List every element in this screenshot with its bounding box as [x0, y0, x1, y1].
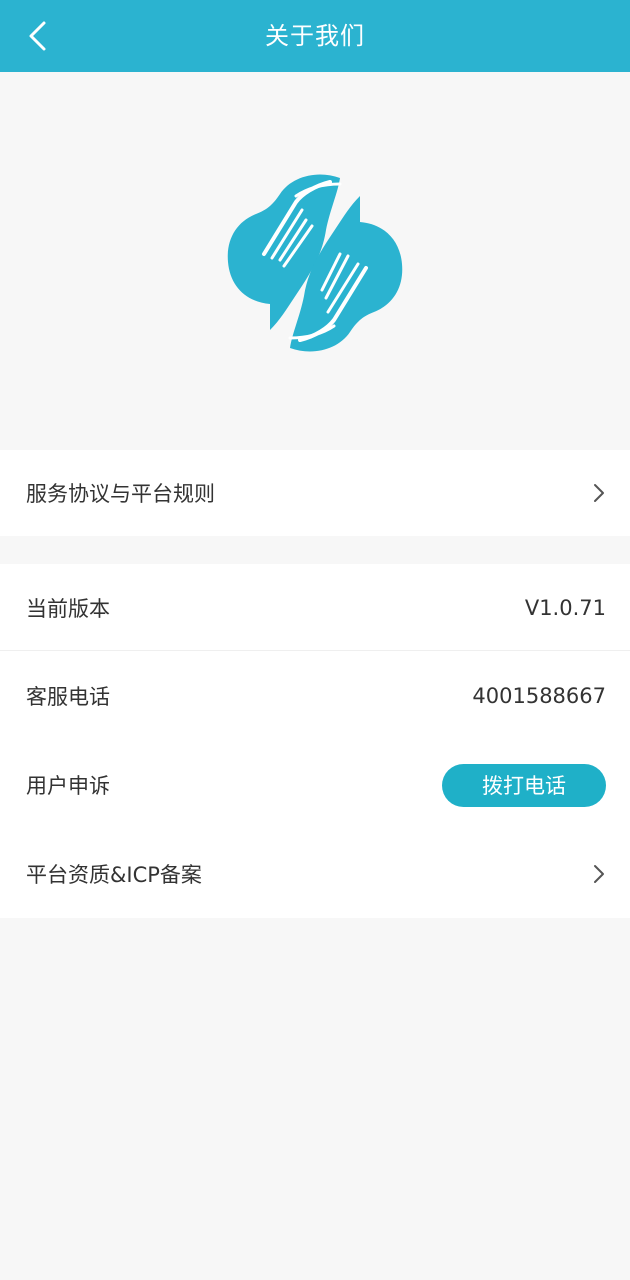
service-agreement-label: 服务协议与平台规则: [26, 482, 215, 506]
page-title: 关于我们: [265, 22, 365, 50]
hotline-number[interactable]: 4001588667: [472, 684, 606, 708]
top-bar: 关于我们: [0, 0, 630, 72]
complaint-row: 用户申诉 拨打电话: [0, 740, 630, 830]
version-row: 当前版本 V1.0.71: [0, 564, 630, 652]
version-label: 当前版本: [26, 597, 110, 621]
chevron-right-icon: [592, 863, 606, 885]
call-button[interactable]: 拨打电话: [442, 763, 606, 807]
logo-area: [0, 72, 630, 450]
qualification-row[interactable]: 平台资质&ICP备案: [0, 830, 630, 918]
hotline-label: 客服电话: [26, 685, 110, 709]
chevron-right-icon: [592, 482, 606, 504]
complaint-label: 用户申诉: [26, 774, 110, 798]
app-logo: [227, 174, 403, 352]
info-section: 当前版本 V1.0.71 客服电话 4001588667 用户申诉 拨打电话 平…: [0, 564, 630, 918]
qualification-label: 平台资质&ICP备案: [26, 863, 202, 887]
version-value: V1.0.71: [524, 596, 606, 620]
agreement-section: 服务协议与平台规则: [0, 450, 630, 536]
hotline-row[interactable]: 客服电话 4001588667: [0, 652, 630, 740]
divider: [0, 650, 630, 651]
service-agreement-row[interactable]: 服务协议与平台规则: [0, 450, 630, 536]
